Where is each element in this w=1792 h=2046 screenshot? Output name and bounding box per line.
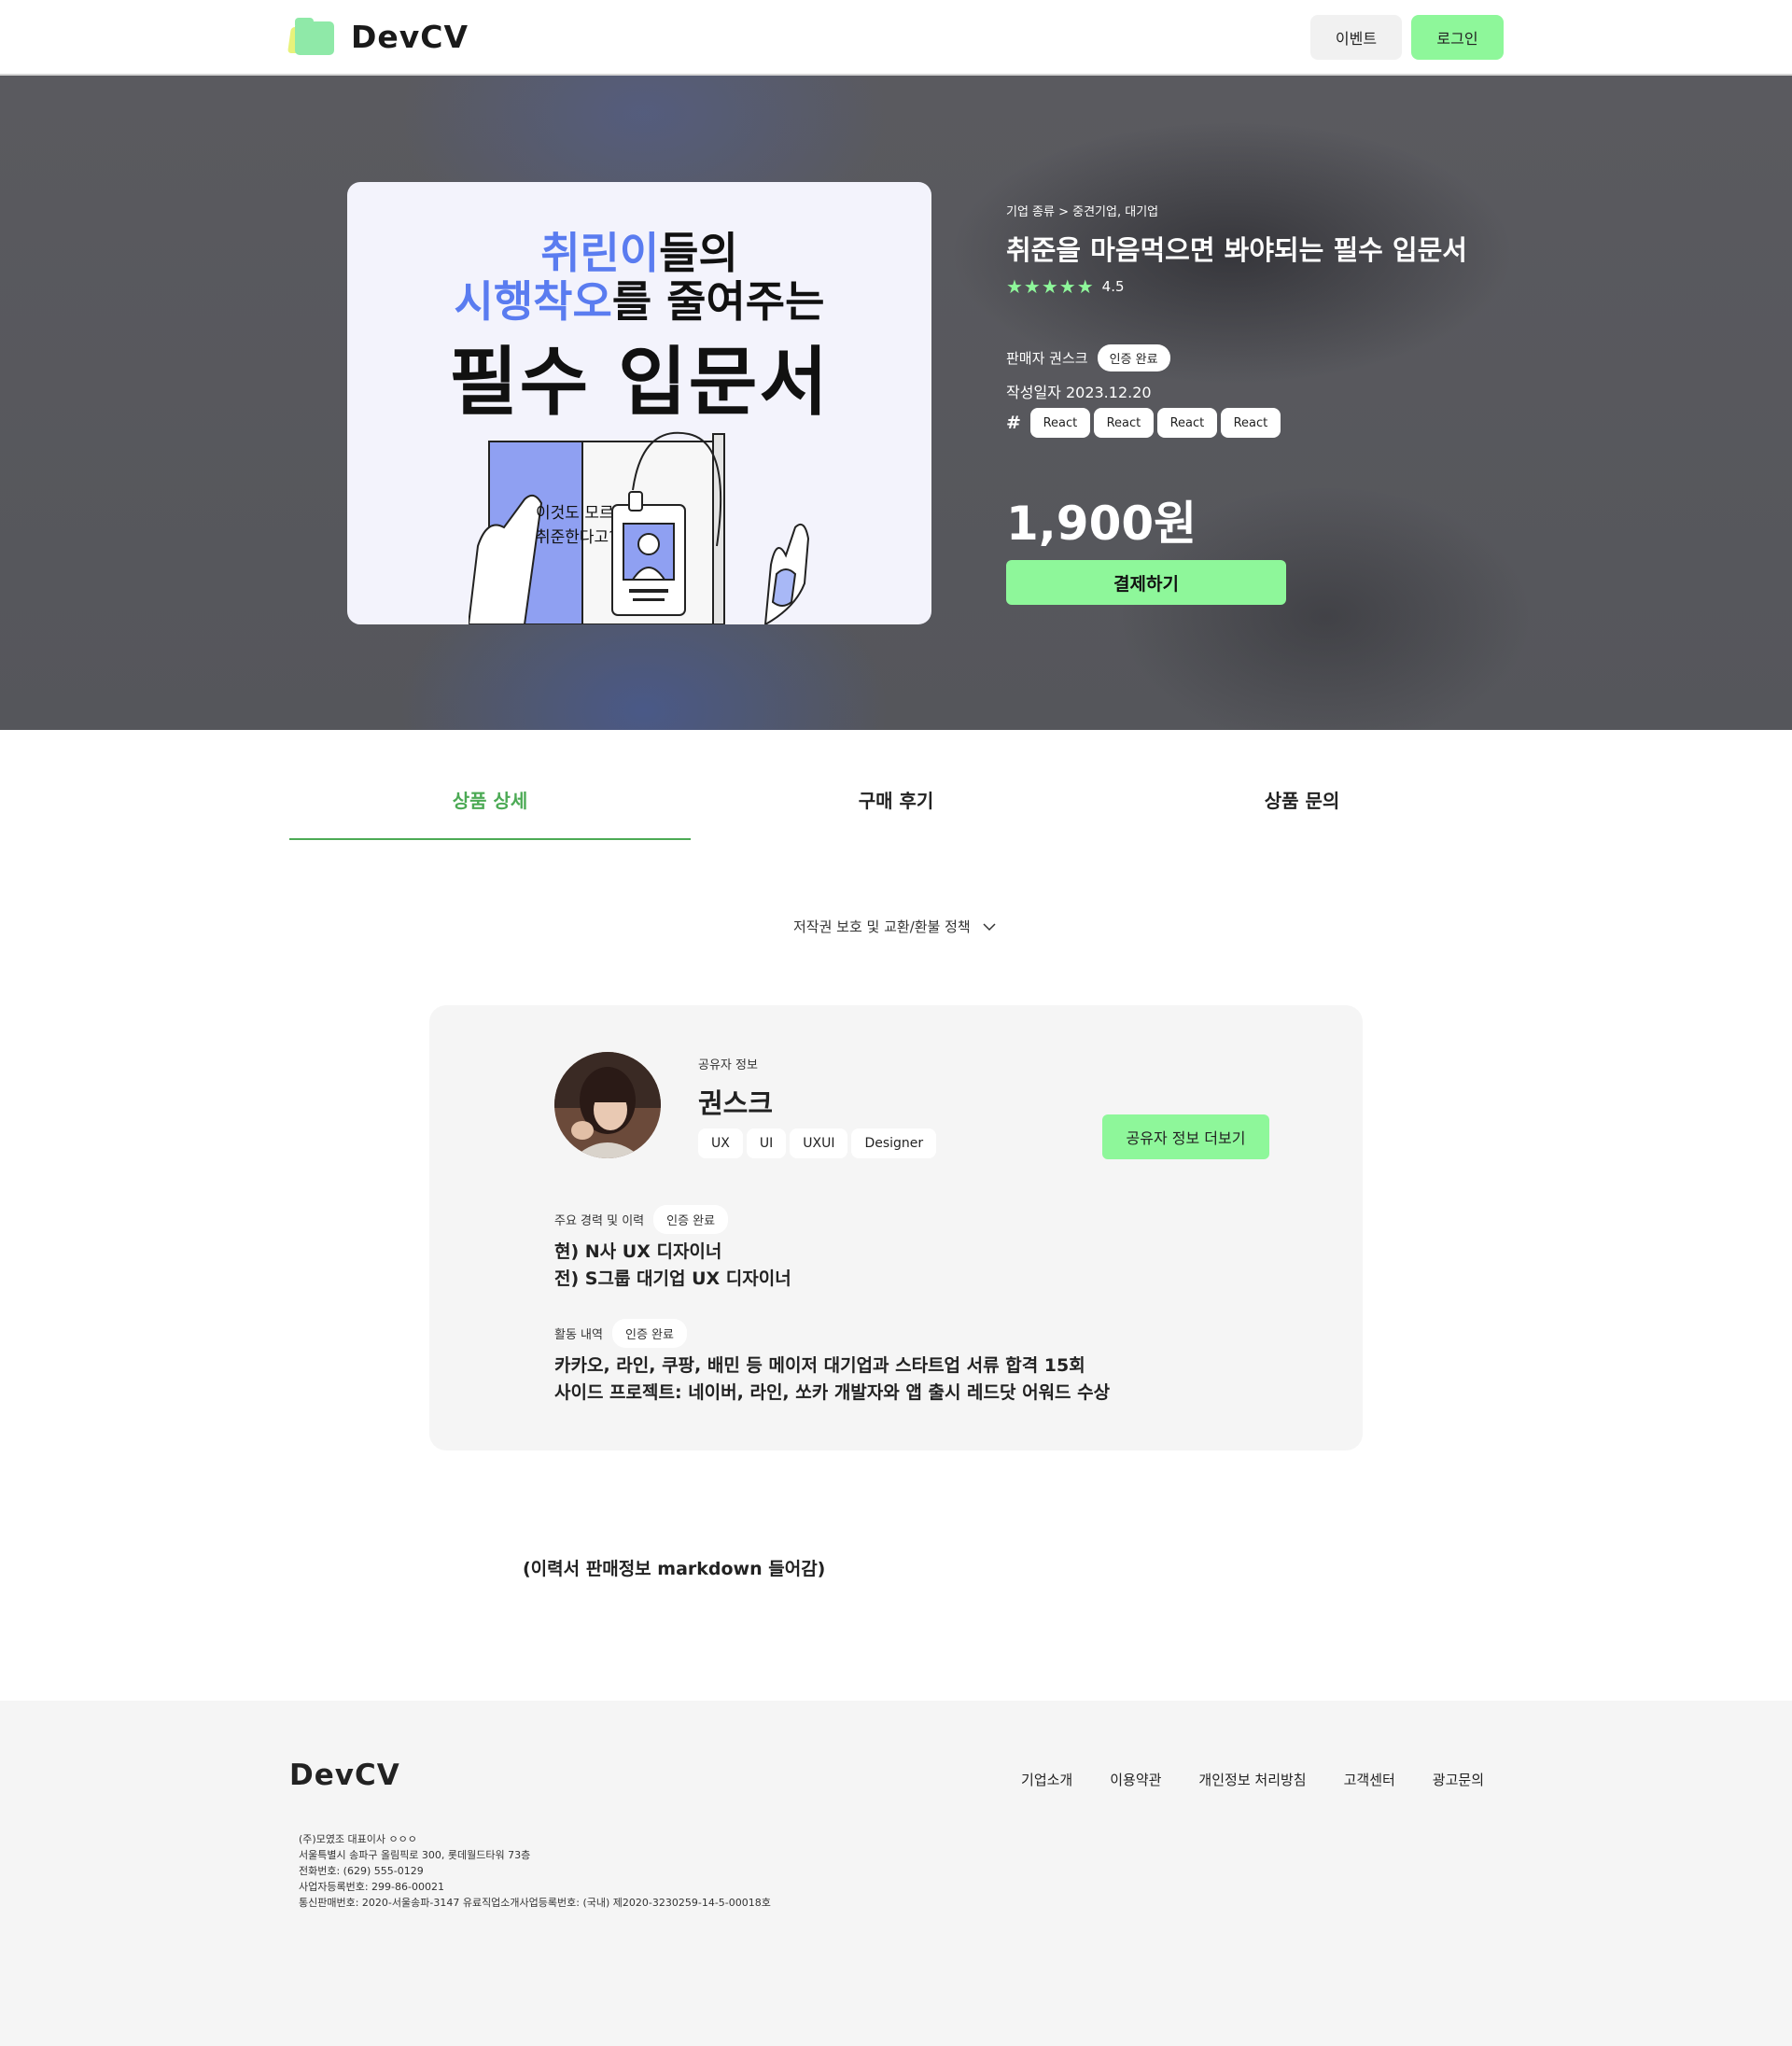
pay-button[interactable]: 결제하기 (1006, 560, 1286, 605)
written-date: 작성일자 2023.12.20 (1006, 384, 1152, 401)
company-info-line: 사업자등록번호: 299-86-00021 (299, 1881, 444, 1893)
sharer-name: 권스크 (698, 1087, 774, 1119)
activity-item: 카카오, 라인, 쿠팡, 배민 등 메이저 대기업과 스타트업 서류 합격 15… (554, 1355, 1085, 1376)
seller-row: 판매자 권스크 인증 완료 (1006, 344, 1170, 371)
tag-chip[interactable]: React (1029, 408, 1090, 438)
footer-link-ads[interactable]: 광고문의 (1433, 1770, 1484, 1789)
footer-link-privacy[interactable]: 개인정보 처리방침 (1198, 1770, 1306, 1789)
login-button[interactable]: 로그인 (1411, 15, 1504, 60)
tag-chip[interactable]: React (1220, 408, 1281, 438)
detail-tabs: 상품 상세 구매 후기 상품 문의 (289, 765, 1503, 840)
company-info-line: 통신판매번호: 2020-서울송파-3147 유료직업소개사업등록번호: (국내… (299, 1897, 771, 1909)
chevron-down-icon (983, 922, 996, 931)
hero-section: 취린이들의 시행착오를 줄여주는 필수 입문서 이것도 모르고 취준한다고? 기… (0, 76, 1792, 730)
footer-link-about[interactable]: 기업소개 (1021, 1770, 1072, 1789)
event-button[interactable]: 이벤트 (1310, 15, 1402, 60)
breadcrumb: 기업 종류 > 중견기업, 대기업 (1006, 205, 1159, 219)
footer-logo[interactable]: DevCV (289, 1759, 400, 1792)
book-illustration-icon: 이것도 모르고 취준한다고? (469, 431, 810, 624)
company-info-line: 서울특별시 송파구 올림픽로 300, 롯데월드타워 73층 (299, 1849, 531, 1861)
career-verified-badge: 인증 완료 (653, 1205, 729, 1234)
skill-chip: Designer (851, 1128, 937, 1158)
footer: DevCV 기업소개 이용약관 개인정보 처리방침 고객센터 광고문의 (주)모… (0, 1701, 1792, 2046)
markdown-placeholder: (이력서 판매정보 markdown 들어감) (523, 1559, 826, 1579)
hash-icon: # (1006, 413, 1021, 433)
refund-policy-toggle[interactable]: 저작권 보호 및 교환/환불 정책 (793, 917, 997, 936)
product-thumbnail: 취린이들의 시행착오를 줄여주는 필수 입문서 이것도 모르고 취준한다고? (347, 182, 931, 624)
tab-purchase-review[interactable]: 구매 후기 (695, 765, 1097, 840)
activity-list: 카카오, 라인, 쿠팡, 배민 등 메이저 대기업과 스타트업 서류 합격 15… (554, 1352, 1110, 1407)
activity-header: 활동 내역 인증 완료 (554, 1319, 687, 1348)
verified-badge: 인증 완료 (1097, 344, 1170, 371)
product-title: 취준을 마음먹으면 봐야되는 필수 입문서 (1006, 234, 1467, 266)
footer-links: 기업소개 이용약관 개인정보 처리방침 고객센터 광고문의 (984, 1770, 1484, 1789)
tag-chip[interactable]: React (1093, 408, 1154, 438)
company-info-line: 전화번호: (629) 555-0129 (299, 1865, 424, 1877)
thumbnail-line-3: 필수 입문서 (449, 339, 830, 426)
skill-chip: UX (698, 1128, 743, 1158)
footer-link-support[interactable]: 고객센터 (1344, 1770, 1395, 1789)
sharer-more-button[interactable]: 공유자 정보 더보기 (1102, 1114, 1269, 1159)
sharer-label: 공유자 정보 (698, 1058, 758, 1072)
company-info: (주)모였조 대표이사 ㅇㅇㅇ 서울특별시 송파구 올림픽로 300, 롯데월드… (299, 1831, 771, 1911)
career-item: 현) N사 UX 디자이너 (554, 1241, 722, 1262)
career-list: 현) N사 UX 디자이너 전) S그룹 대기업 UX 디자이너 (554, 1239, 791, 1293)
skill-chip: UI (746, 1128, 787, 1158)
rating: ★★★★★ 4.5 (1006, 275, 1125, 298)
skill-list: UX UI UXUI Designer (698, 1128, 940, 1158)
skill-chip: UXUI (790, 1128, 848, 1158)
bubble-text-2: 취준한다고? (536, 528, 617, 547)
header: DevCV 이벤트 로그인 (0, 0, 1792, 76)
star-rating-icon: ★★★★★ (1006, 275, 1095, 298)
seller-name: 판매자 권스크 (1006, 350, 1088, 367)
rating-value: 4.5 (1101, 278, 1125, 295)
tab-product-detail[interactable]: 상품 상세 (289, 765, 691, 840)
folder-logo-icon (287, 17, 336, 55)
company-info-line: (주)모였조 대표이사 ㅇㅇㅇ (299, 1833, 417, 1845)
tab-product-inquiry[interactable]: 상품 문의 (1101, 765, 1503, 840)
avatar (554, 1052, 661, 1158)
career-item: 전) S그룹 대기업 UX 디자이너 (554, 1268, 791, 1289)
career-title: 주요 경력 및 이력 (554, 1214, 645, 1228)
policy-label: 저작권 보호 및 교환/환불 정책 (793, 918, 971, 935)
logo-text: DevCV (351, 19, 469, 55)
activity-item: 사이드 프로젝트: 네이버, 라인, 쏘카 개발자와 앱 출시 레드닷 어워드 … (554, 1382, 1111, 1403)
price: 1,900원 (1006, 497, 1197, 551)
thumbnail-line-2: 시행착오를 줄여주는 (454, 276, 825, 327)
tag-chip[interactable]: React (1156, 408, 1217, 438)
footer-link-terms[interactable]: 이용약관 (1110, 1770, 1161, 1789)
logo[interactable]: DevCV (287, 17, 469, 55)
tag-list: # React React React React (1006, 408, 1284, 438)
sharer-info-card: 공유자 정보 권스크 UX UI UXUI Designer 공유자 정보 더보… (429, 1005, 1363, 1450)
activity-verified-badge: 인증 완료 (611, 1319, 687, 1348)
activity-title: 활동 내역 (554, 1328, 603, 1342)
career-header: 주요 경력 및 이력 인증 완료 (554, 1205, 729, 1234)
